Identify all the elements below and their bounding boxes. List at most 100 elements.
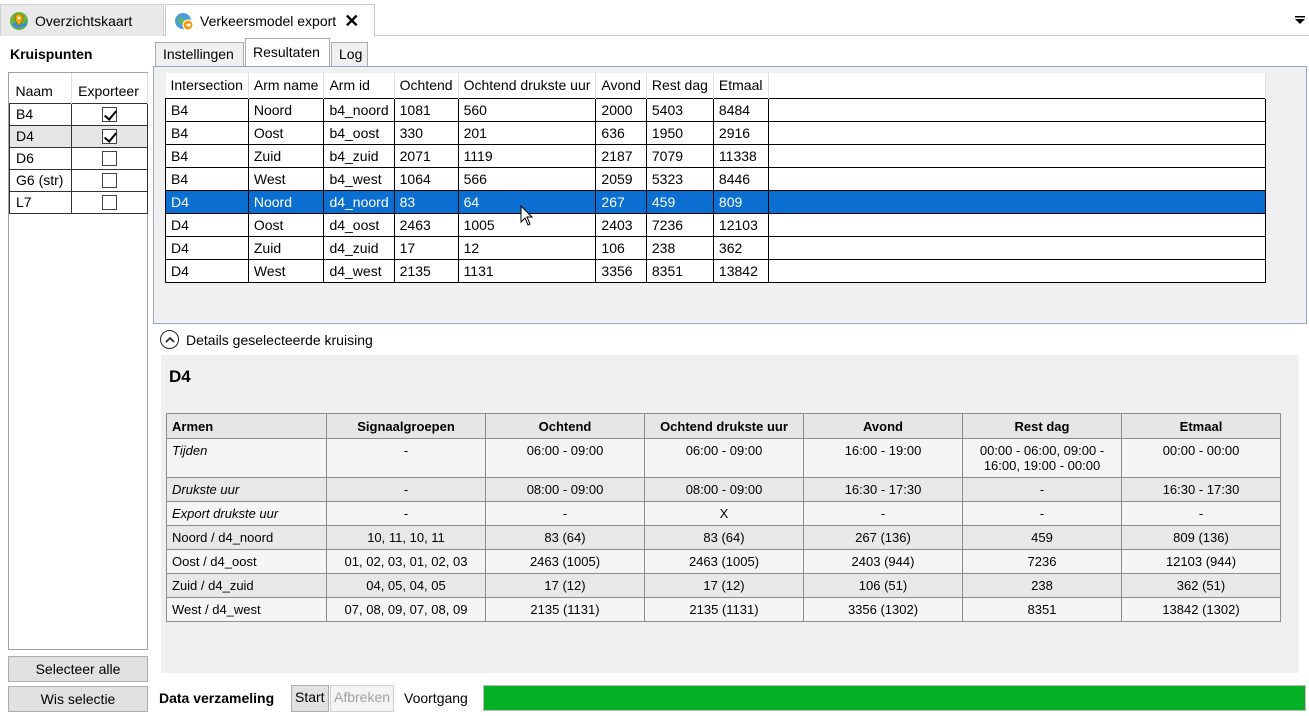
table-cell: d4_oost — [323, 212, 395, 237]
column-header[interactable]: Arm name — [248, 73, 325, 98]
export-checkbox[interactable] — [102, 195, 118, 211]
table-cell: B4 — [165, 143, 249, 168]
progress-label: Voortgang — [404, 690, 468, 706]
details-cell: 809 (136) — [1121, 525, 1281, 550]
details-header-label: Details geselecteerde kruising — [186, 331, 373, 348]
details-cell: 362 (51) — [1121, 573, 1281, 598]
tab-log[interactable]: Log — [331, 42, 368, 67]
close-icon[interactable]: ✕ — [344, 12, 359, 30]
details-cell: 2135 (1131) — [485, 597, 645, 622]
table-cell: D4 — [165, 189, 249, 214]
column-header[interactable]: Arm id — [323, 73, 395, 98]
table-row[interactable]: B4 West b4_west 1064 566 2059 5323 8446 — [165, 166, 1266, 191]
table-cell: 8484 — [712, 97, 769, 122]
details-row: Noord / d4_noord 10, 11, 10, 11 83 (64) 83 … — [166, 525, 1281, 550]
table-cell: 11338 — [712, 143, 769, 168]
table-row[interactable]: D4 Oost d4_oost 2463 1005 2403 7236 12103 — [165, 212, 1266, 237]
column-header[interactable]: Ochtend — [394, 73, 459, 98]
details-cell: - — [962, 477, 1122, 502]
table-cell: b4_zuid — [323, 143, 395, 168]
table-cell: 1081 — [393, 97, 459, 122]
tab-instellingen[interactable]: Instellingen — [155, 42, 244, 67]
table-cell: 2071 — [393, 143, 459, 168]
details-cell: 10, 11, 10, 11 — [326, 525, 486, 550]
export-checkbox[interactable] — [102, 173, 118, 189]
table-cell: 459 — [645, 189, 714, 214]
kruispunt-row[interactable]: B4 — [8, 102, 148, 126]
column-header-naam[interactable]: Naam — [9, 73, 73, 103]
kruispunt-row[interactable]: D4 — [8, 124, 148, 148]
export-checkbox[interactable] — [102, 107, 118, 123]
table-cell: D4 — [165, 258, 249, 283]
select-all-button[interactable]: Selecteer alle — [8, 656, 148, 682]
details-cell: 106 (51) — [803, 573, 963, 598]
table-cell: 106 — [595, 235, 647, 260]
kruispunt-row[interactable]: D6 — [8, 146, 148, 170]
table-cell: 8446 — [712, 166, 769, 191]
tab-resultaten[interactable]: Resultaten — [245, 38, 330, 67]
table-row[interactable]: D4 West d4_west 2135 1131 3356 8351 13842 — [165, 258, 1266, 283]
column-header[interactable]: Intersection — [165, 73, 249, 98]
details-cell: 7236 — [962, 549, 1122, 574]
globe-export-icon — [174, 11, 194, 31]
tab-label: Verkeersmodel export — [200, 12, 337, 29]
details-cell: 2463 (1005) — [644, 549, 804, 574]
clear-selection-button[interactable]: Wis selectie — [8, 686, 148, 712]
table-cell: Zuid — [247, 143, 325, 168]
abort-button[interactable]: Afbreken — [330, 685, 395, 712]
details-cell: 06:00 - 09:00 — [485, 438, 645, 478]
details-cell: 267 (136) — [803, 525, 963, 550]
kruispunt-name: L7 — [8, 190, 73, 214]
column-header[interactable]: Etmaal — [713, 73, 769, 98]
progress-bar — [483, 685, 1306, 711]
table-cell: B4 — [165, 97, 249, 122]
table-row[interactable]: D4 Zuid d4_zuid 17 12 106 238 362 — [165, 235, 1266, 260]
table-cell: 560 — [457, 97, 597, 122]
table-cell: 12 — [457, 235, 597, 260]
kruispunt-row[interactable]: L7 — [8, 190, 148, 214]
column-header[interactable]: Avond — [595, 73, 647, 98]
table-cell: 83 — [393, 189, 459, 214]
table-cell: 267 — [595, 189, 647, 214]
table-cell: D4 — [165, 235, 249, 260]
table-cell: 636 — [595, 120, 647, 145]
details-cell: 83 (64) — [644, 525, 804, 550]
tab-verkeersmodel-export[interactable]: Verkeersmodel export ✕ — [165, 4, 375, 37]
table-cell: B4 — [165, 166, 249, 191]
table-cell-filler — [767, 166, 1266, 191]
details-cell: 16:00 - 19:00 — [803, 438, 963, 478]
details-cell: - — [803, 501, 963, 526]
details-toggle[interactable]: Details geselecteerde kruising — [160, 330, 373, 349]
details-cell: 04, 05, 04, 05 — [326, 573, 486, 598]
table-cell-filler — [767, 258, 1266, 283]
tab-overflow-icon[interactable] — [1295, 12, 1305, 26]
chevron-up-icon — [160, 330, 179, 349]
details-column-header: Armen — [166, 413, 327, 439]
start-button[interactable]: Start — [291, 685, 329, 712]
details-row: Oost / d4_oost 01, 02, 03, 01, 02, 03 2463… — [166, 549, 1281, 574]
details-cell: 13842 (1302) — [1121, 597, 1281, 622]
column-header[interactable]: Ochtend drukste uur — [458, 73, 597, 98]
column-header[interactable]: Rest dag — [646, 73, 714, 98]
table-cell: d4_zuid — [323, 235, 395, 260]
table-row[interactable]: B4 Noord b4_noord 1081 560 2000 5403 8484 — [165, 97, 1266, 122]
column-header-exporteer[interactable]: Exporteer — [71, 73, 148, 103]
export-cell — [71, 168, 148, 192]
export-checkbox[interactable] — [102, 151, 118, 167]
details-cell: 2403 (944) — [803, 549, 963, 574]
table-row[interactable]: D4 Noord d4_noord 83 64 267 459 809 — [165, 189, 1266, 214]
kruispunt-row[interactable]: G6 (str) — [8, 168, 148, 192]
document-tab-strip: Overzichtskaart Verkeersmodel export ✕ — [0, 0, 1309, 37]
details-cell: 2135 (1131) — [644, 597, 804, 622]
table-cell: 8351 — [645, 258, 714, 283]
details-cell: 08:00 - 09:00 — [485, 477, 645, 502]
table-row[interactable]: B4 Zuid b4_zuid 2071 1119 2187 7079 11338 — [165, 143, 1266, 168]
tab-overzichtskaart[interactable]: Overzichtskaart — [0, 4, 164, 36]
details-cell: 17 (12) — [644, 573, 804, 598]
details-column-header: Avond — [803, 413, 963, 439]
details-cell: Oost / d4_oost — [166, 549, 327, 574]
details-cell: 16:30 - 17:30 — [803, 477, 963, 502]
export-checkbox[interactable] — [102, 129, 118, 145]
table-cell: 2000 — [595, 97, 647, 122]
table-row[interactable]: B4 Oost b4_oost 330 201 636 1950 2916 — [165, 120, 1266, 145]
